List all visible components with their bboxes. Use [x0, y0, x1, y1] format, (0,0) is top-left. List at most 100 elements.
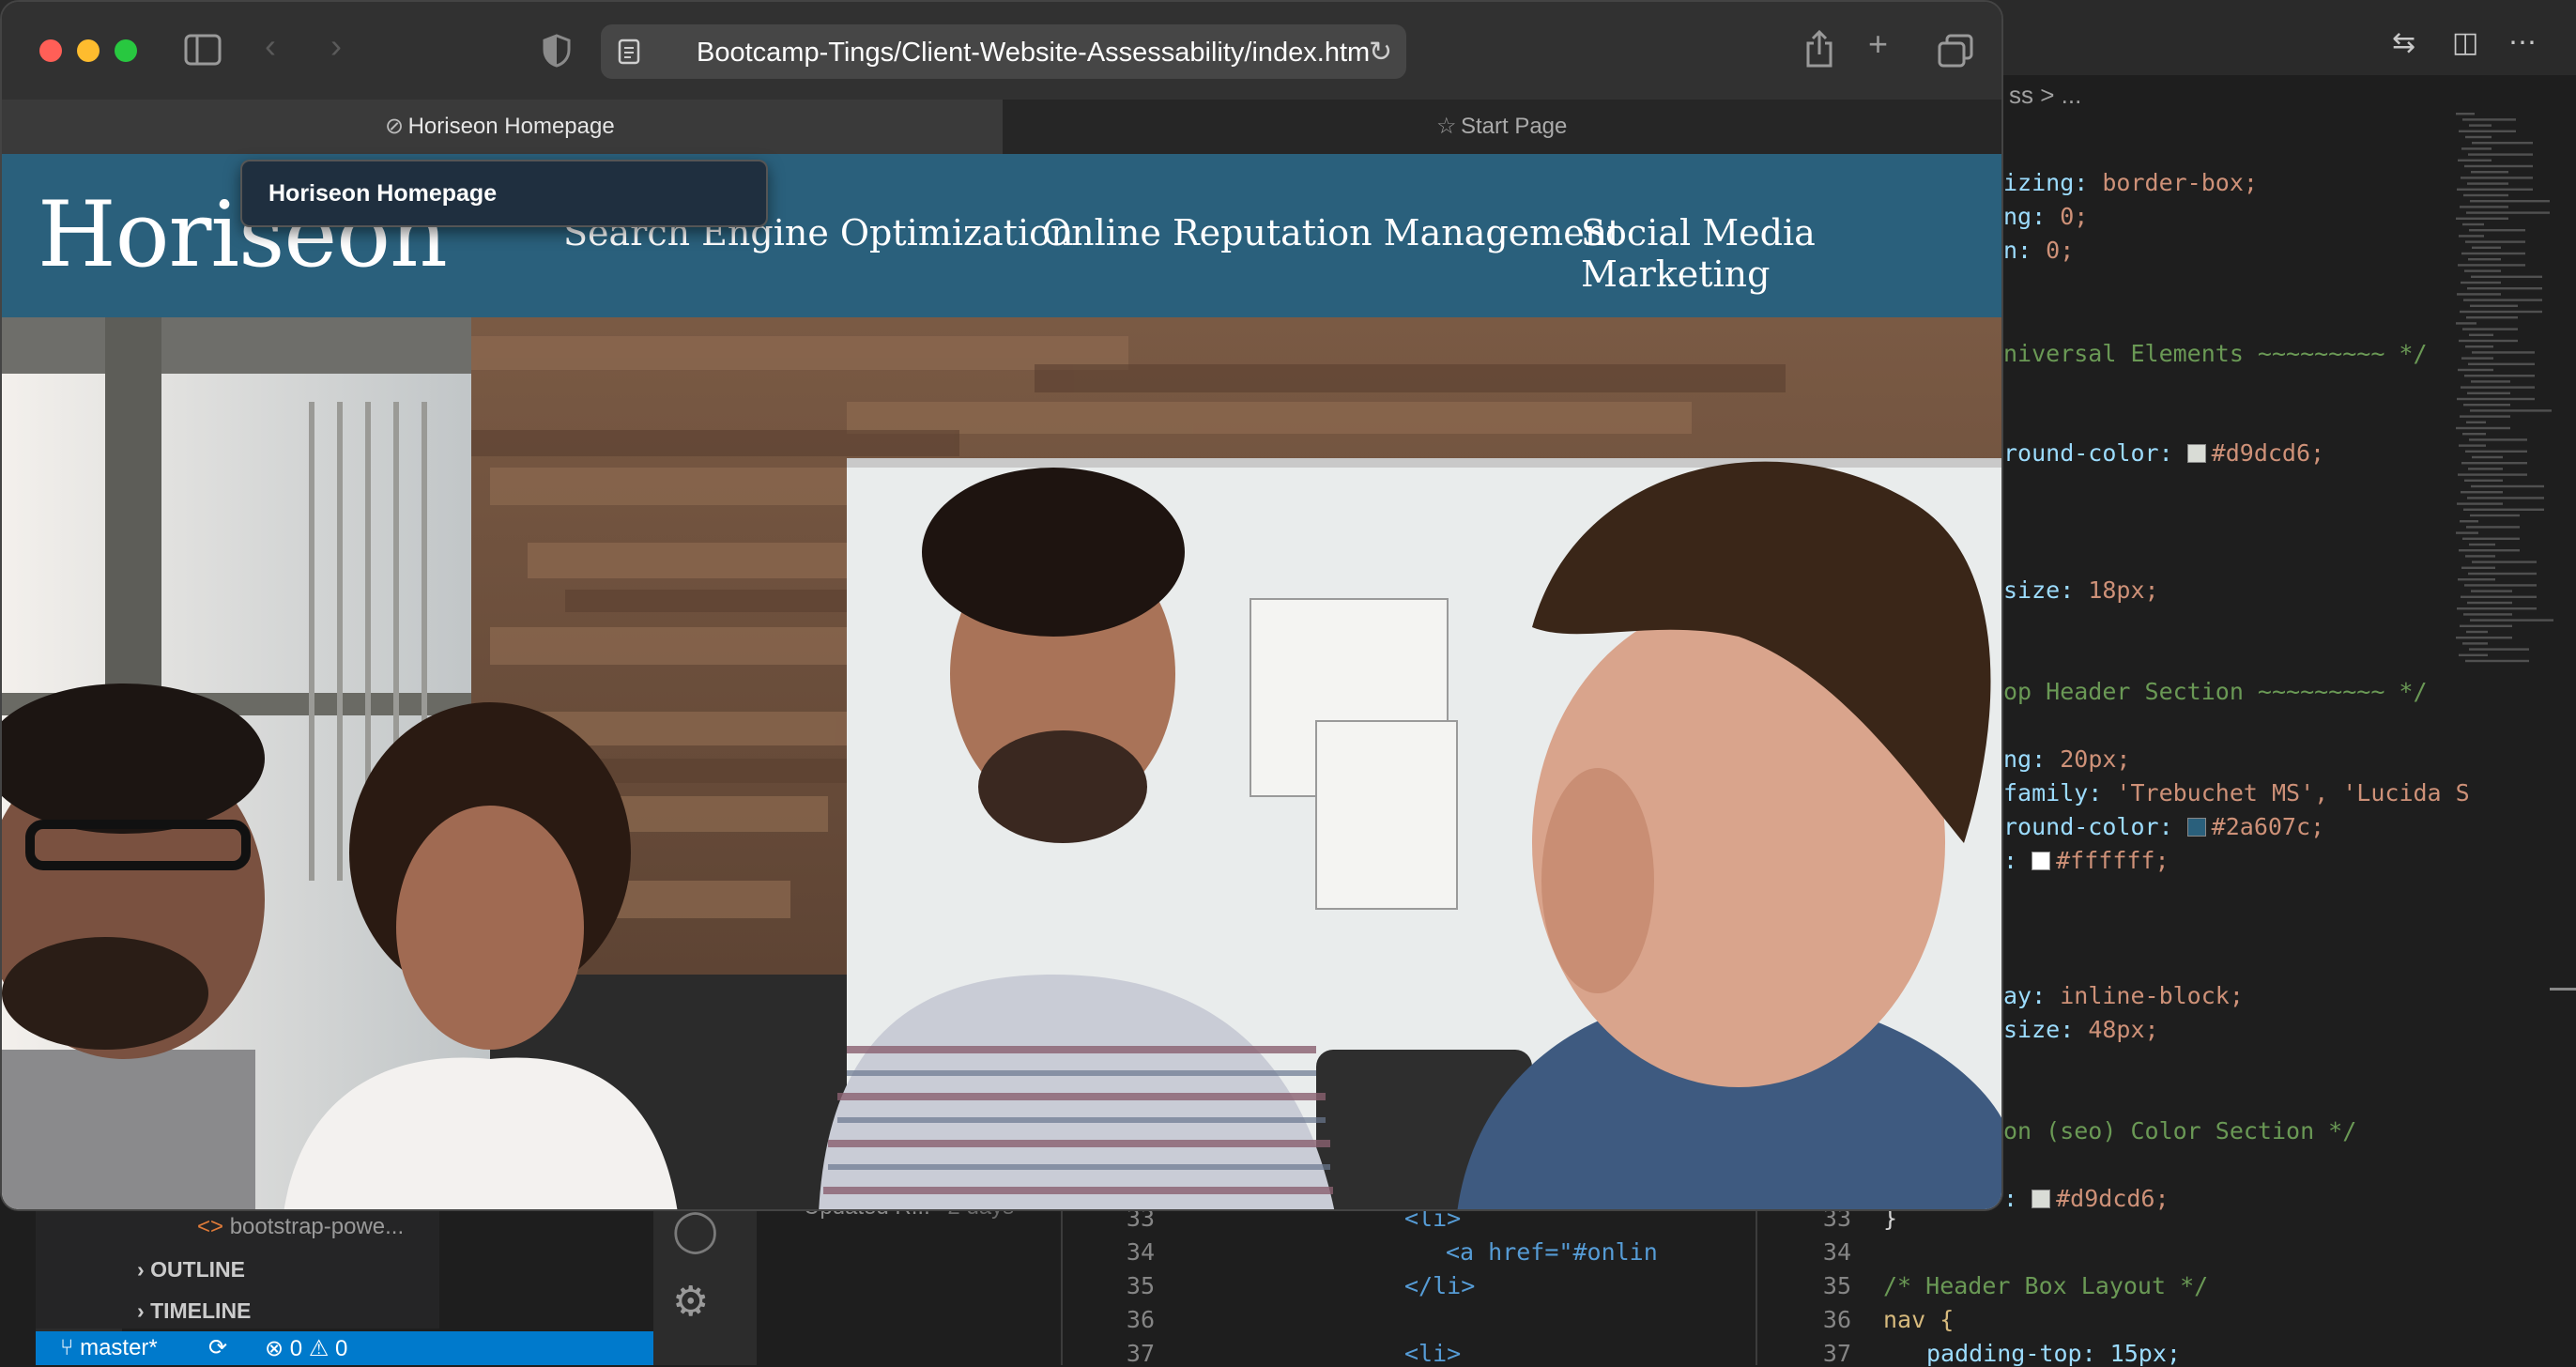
- minimap-line: [2463, 508, 2544, 511]
- branch-item[interactable]: ⑂ master*: [60, 1335, 158, 1361]
- error-icon: ⊗: [265, 1336, 284, 1361]
- minimap-line: [2468, 468, 2503, 470]
- minimap-line: [2470, 304, 2518, 307]
- minimap-line: [2458, 473, 2527, 476]
- browser-toolbar: ‹ › Bootcamp-Tings/Client-Website-Assess…: [2, 2, 2001, 100]
- color-swatch[interactable]: [2186, 818, 2206, 837]
- html-code-pane[interactable]: <li> <a href="#onlin </li> <li>: [1183, 1205, 1671, 1367]
- nav-link-reputation[interactable]: Online Reputation Management: [1042, 212, 1621, 253]
- css-value: #d9dcd6;: [2211, 439, 2325, 467]
- css-value: #ffffff;: [2056, 847, 2170, 874]
- minimap-line: [2463, 404, 2510, 407]
- minimap-line: [2468, 572, 2537, 576]
- line-number: 34: [1126, 1238, 1155, 1266]
- css-value: border-box;: [2102, 169, 2258, 196]
- minimap-line: [2459, 339, 2518, 343]
- code-line: round-color: #d9dcd6;: [2003, 439, 2324, 467]
- minimap-line: [2457, 188, 2533, 191]
- compass-icon: ⊘: [385, 114, 405, 139]
- status-bar: ⑂ master* ⟳ ⊗ 0 ⚠ 0: [36, 1331, 653, 1365]
- minimap-line: [2469, 229, 2525, 232]
- minimap-line: [2471, 380, 2510, 383]
- explorer-sidebar: <> bootstrap-powe... › OUTLINE › TIMELIN…: [36, 1206, 439, 1329]
- minimap-line: [2461, 595, 2537, 598]
- minimap[interactable]: [2456, 113, 2559, 676]
- minimap-line: [2466, 421, 2486, 423]
- split-editor-icon[interactable]: ◫: [2452, 26, 2478, 59]
- source-control-icon[interactable]: ⇆: [2392, 26, 2415, 59]
- tab-label: Start Page: [1460, 114, 1568, 139]
- minimize-window-button[interactable]: [77, 39, 100, 62]
- share-icon[interactable]: [1804, 30, 1834, 68]
- css-property: :: [2003, 847, 2032, 874]
- minimap-line: [2464, 375, 2535, 377]
- sidebar-toggle-icon[interactable]: [184, 34, 222, 66]
- privacy-shield-icon[interactable]: [543, 34, 571, 68]
- breadcrumb[interactable]: ss > ...: [2009, 81, 2081, 110]
- new-tab-icon[interactable]: +: [1868, 24, 1888, 64]
- close-window-button[interactable]: [39, 39, 62, 62]
- minimap-line: [2466, 630, 2488, 634]
- code-line: op Header Section ~~~~~~~~~ */: [2003, 678, 2428, 705]
- outline-section[interactable]: › OUTLINE: [137, 1257, 245, 1283]
- minimap-line: [2461, 147, 2492, 150]
- css-property: size:: [2003, 576, 2089, 604]
- css-value: inline-block;: [2060, 982, 2244, 1009]
- forward-arrow-icon[interactable]: ›: [330, 26, 342, 66]
- minimap-line: [2467, 287, 2542, 290]
- minimap-line: [2458, 264, 2525, 267]
- minimap-line: [2456, 217, 2508, 220]
- zoom-window-button[interactable]: [115, 39, 137, 62]
- minimap-line: [2470, 409, 2552, 412]
- minimap-line: [2459, 549, 2520, 552]
- sync-icon[interactable]: ⟳: [208, 1334, 227, 1361]
- minimap-line: [2472, 246, 2501, 249]
- tab-overview-icon[interactable]: [1938, 34, 1973, 68]
- file-tree-item[interactable]: <> bootstrap-powe...: [197, 1214, 404, 1240]
- problems-item[interactable]: ⊗ 0 ⚠ 0: [265, 1335, 347, 1362]
- reload-icon[interactable]: ↻: [1369, 36, 1392, 69]
- tab-start-page[interactable]: ☆ Start Page: [1004, 100, 2001, 154]
- minimap-line: [2469, 543, 2495, 546]
- minimap-line: [2464, 164, 2533, 168]
- minimap-line: [2459, 444, 2486, 447]
- code-line: n: 0;: [2003, 237, 2074, 264]
- tab-content: ⊘ Horiseon Homepage: [385, 113, 615, 140]
- minimap-line: [2465, 450, 2527, 453]
- css-value: 0;: [2046, 237, 2075, 264]
- page-icon: [618, 38, 640, 65]
- tab-horiseon-homepage[interactable]: ⊘ Horiseon Homepage: [2, 100, 1003, 154]
- nav-link-social[interactable]: Social Media Marketing: [1581, 212, 2001, 295]
- address-bar[interactable]: Bootcamp-Tings/Client-Website-Assessabil…: [601, 24, 1406, 79]
- minimap-line: [2470, 200, 2550, 203]
- minimap-line: [2468, 258, 2501, 261]
- account-icon[interactable]: ◯: [672, 1206, 718, 1254]
- settings-gear-icon[interactable]: ⚙: [672, 1278, 709, 1326]
- code-line: <a href="#onlin: [1446, 1238, 1658, 1266]
- css-property: size:: [2003, 1016, 2089, 1043]
- minimap-line: [2458, 159, 2492, 161]
- css-property: ng:: [2003, 203, 2061, 230]
- minimap-line: [2466, 526, 2520, 529]
- color-swatch[interactable]: [2032, 1190, 2051, 1208]
- minimap-line: [2464, 269, 2501, 272]
- code-comment: niversal Elements ~~~~~~~~~ */: [2003, 340, 2428, 367]
- color-swatch[interactable]: [2186, 444, 2206, 463]
- css-code-pane-bottom[interactable]: }/* Header Box Layout */nav {padding-top…: [1868, 1205, 2478, 1367]
- minimap-line: [2469, 333, 2493, 336]
- minimap-line: [2466, 211, 2550, 214]
- line-number: 36: [1126, 1306, 1155, 1333]
- git-branch-icon: ⑂: [60, 1335, 74, 1360]
- file-tree-item-label: bootstrap-powe...: [229, 1214, 405, 1239]
- minimap-line: [2461, 177, 2533, 179]
- star-icon: ☆: [1436, 114, 1457, 139]
- back-arrow-icon[interactable]: ‹: [265, 26, 276, 66]
- timeline-section[interactable]: › TIMELINE: [137, 1298, 251, 1324]
- more-actions-icon[interactable]: ⋯: [2508, 26, 2537, 59]
- color-swatch[interactable]: [2032, 852, 2051, 870]
- css-property: ay:: [2003, 982, 2061, 1009]
- code-line: ng: 0;: [2003, 203, 2088, 230]
- minimap-line: [2462, 642, 2488, 645]
- code-line: ng: 20px;: [2003, 745, 2130, 773]
- tab-content: ☆ Start Page: [1436, 113, 1567, 140]
